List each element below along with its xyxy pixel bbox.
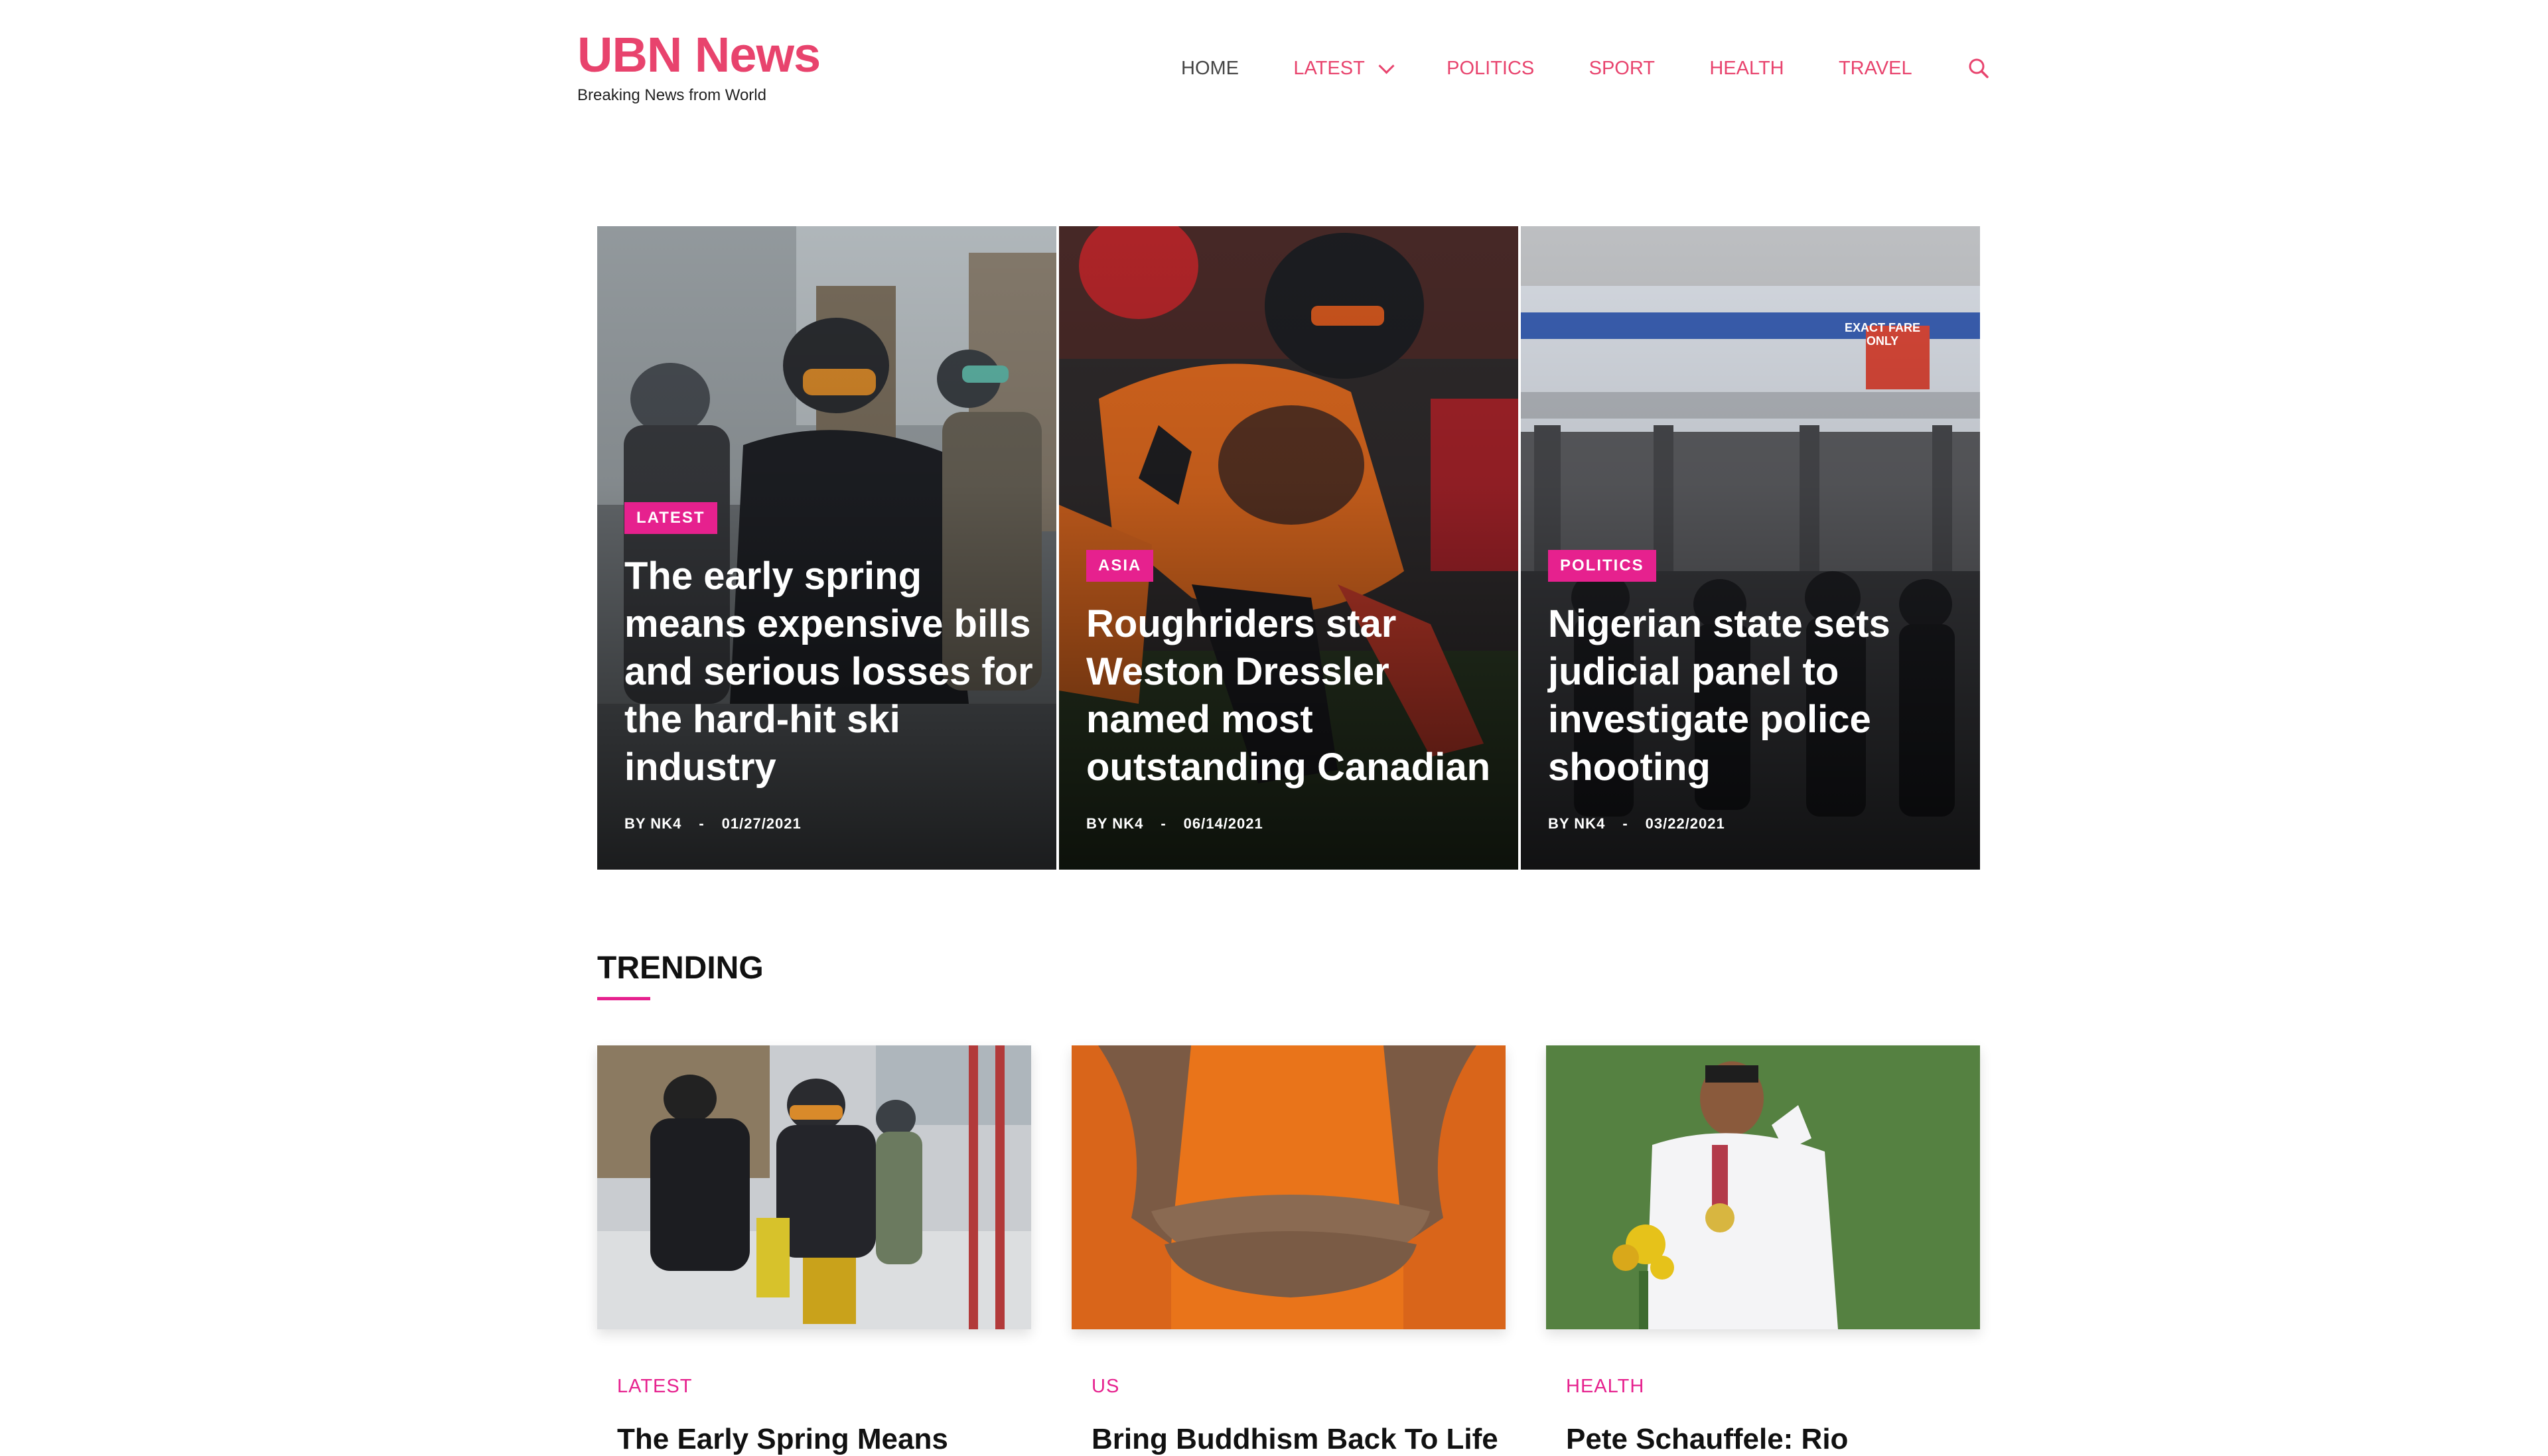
post-date: 01/27/2021	[721, 815, 802, 832]
by-label: BY	[1086, 815, 1108, 832]
meta-separator: -	[1161, 815, 1167, 832]
trending-title[interactable]: Bring Buddhism Back To Life	[1092, 1423, 1506, 1456]
category-tag[interactable]: LATEST	[624, 502, 717, 534]
sign-text: EXACT FARE ONLY	[1844, 321, 1920, 348]
hero-title[interactable]: The early spring means expensive bills a…	[624, 553, 1036, 791]
author-link[interactable]: NK4	[650, 815, 681, 832]
nav-item-label: SPORT	[1589, 57, 1656, 79]
nav-item-label: LATEST	[1293, 57, 1365, 79]
hero-card[interactable]: EXACT FARE ONLY POLITICS Nigerian state …	[1521, 226, 1980, 870]
author-link[interactable]: NK4	[1112, 815, 1143, 832]
section-heading-trending: TRENDING	[597, 951, 764, 986]
nav-item-label: TRAVEL	[1838, 57, 1912, 79]
hero-content: POLITICS Nigerian state sets judicial pa…	[1548, 550, 1960, 832]
trending-category[interactable]: LATEST	[617, 1376, 1031, 1398]
post-meta: BY NK4 - 01/27/2021	[624, 815, 1036, 832]
chevron-down-icon	[1378, 57, 1395, 74]
trending-image[interactable]	[597, 1045, 1031, 1329]
hero-grid: LATEST The early spring means expensive …	[597, 226, 1980, 870]
site-header: UBN News Breaking News from World HOME L…	[0, 0, 2548, 133]
hero-content: ASIA Roughriders star Weston Dressler na…	[1086, 550, 1498, 832]
nav-item-health[interactable]: HEALTH	[1709, 58, 1784, 80]
search-icon	[1969, 58, 1989, 78]
nav-item-label: HEALTH	[1709, 57, 1784, 79]
heading-underline	[597, 997, 650, 1000]
trending-image-monk	[1072, 1045, 1506, 1329]
trending-category[interactable]: US	[1092, 1376, 1506, 1398]
trending-title[interactable]: Pete Schauffele: Rio	[1566, 1423, 1980, 1456]
trending-category[interactable]: HEALTH	[1566, 1376, 1980, 1398]
author-link[interactable]: NK4	[1574, 815, 1605, 832]
main-nav: HOME LATEST POLITICS SPORT HEALTH TRAVEL	[1181, 52, 1991, 85]
post-date: 06/14/2021	[1183, 815, 1263, 832]
post-meta: BY NK4 - 06/14/2021	[1086, 815, 1498, 832]
trending-image[interactable]	[1546, 1045, 1980, 1329]
trending-title[interactable]: The Early Spring Means	[617, 1423, 1031, 1456]
hero-card[interactable]: LATEST The early spring means expensive …	[597, 226, 1056, 870]
site-tagline: Breaking News from World	[577, 86, 766, 104]
byline: BY NK4	[1548, 815, 1605, 832]
trending-grid: LATEST The Early Spring Means US Bring B…	[597, 1045, 1980, 1456]
by-label: BY	[624, 815, 646, 832]
category-tag[interactable]: ASIA	[1086, 550, 1154, 582]
nav-item-label: POLITICS	[1447, 57, 1535, 79]
trending-image-golfer	[1546, 1045, 1980, 1329]
byline: BY NK4	[624, 815, 681, 832]
nav-item-sport[interactable]: SPORT	[1589, 58, 1655, 80]
nav-item-politics[interactable]: POLITICS	[1447, 58, 1534, 80]
nav-item-travel[interactable]: TRAVEL	[1839, 58, 1912, 80]
trending-image[interactable]	[1072, 1045, 1506, 1329]
nav-item-latest[interactable]: LATEST	[1293, 57, 1395, 80]
search-button[interactable]	[1967, 56, 1991, 80]
hero-title[interactable]: Nigerian state sets judicial panel to in…	[1548, 600, 1960, 791]
by-label: BY	[1548, 815, 1570, 832]
post-meta: BY NK4 - 03/22/2021	[1548, 815, 1960, 832]
trending-card[interactable]: US Bring Buddhism Back To Life	[1072, 1045, 1506, 1456]
category-tag[interactable]: POLITICS	[1548, 550, 1656, 582]
trending-image-ski	[597, 1045, 1031, 1329]
hero-content: LATEST The early spring means expensive …	[624, 502, 1036, 832]
hero-card[interactable]: ASIA Roughriders star Weston Dressler na…	[1059, 226, 1518, 870]
brand[interactable]: UBN News Breaking News from World	[577, 25, 821, 105]
trending-card[interactable]: HEALTH Pete Schauffele: Rio	[1546, 1045, 1980, 1456]
meta-separator: -	[1622, 815, 1628, 832]
site-title[interactable]: UBN News	[577, 25, 821, 85]
hero-title[interactable]: Roughriders star Weston Dressler named m…	[1086, 600, 1498, 791]
byline: BY NK4	[1086, 815, 1143, 832]
nav-item-home[interactable]: HOME	[1181, 58, 1239, 80]
post-date: 03/22/2021	[1645, 815, 1725, 832]
nav-item-label: HOME	[1181, 57, 1239, 79]
trending-card[interactable]: LATEST The Early Spring Means	[597, 1045, 1031, 1456]
meta-separator: -	[699, 815, 705, 832]
